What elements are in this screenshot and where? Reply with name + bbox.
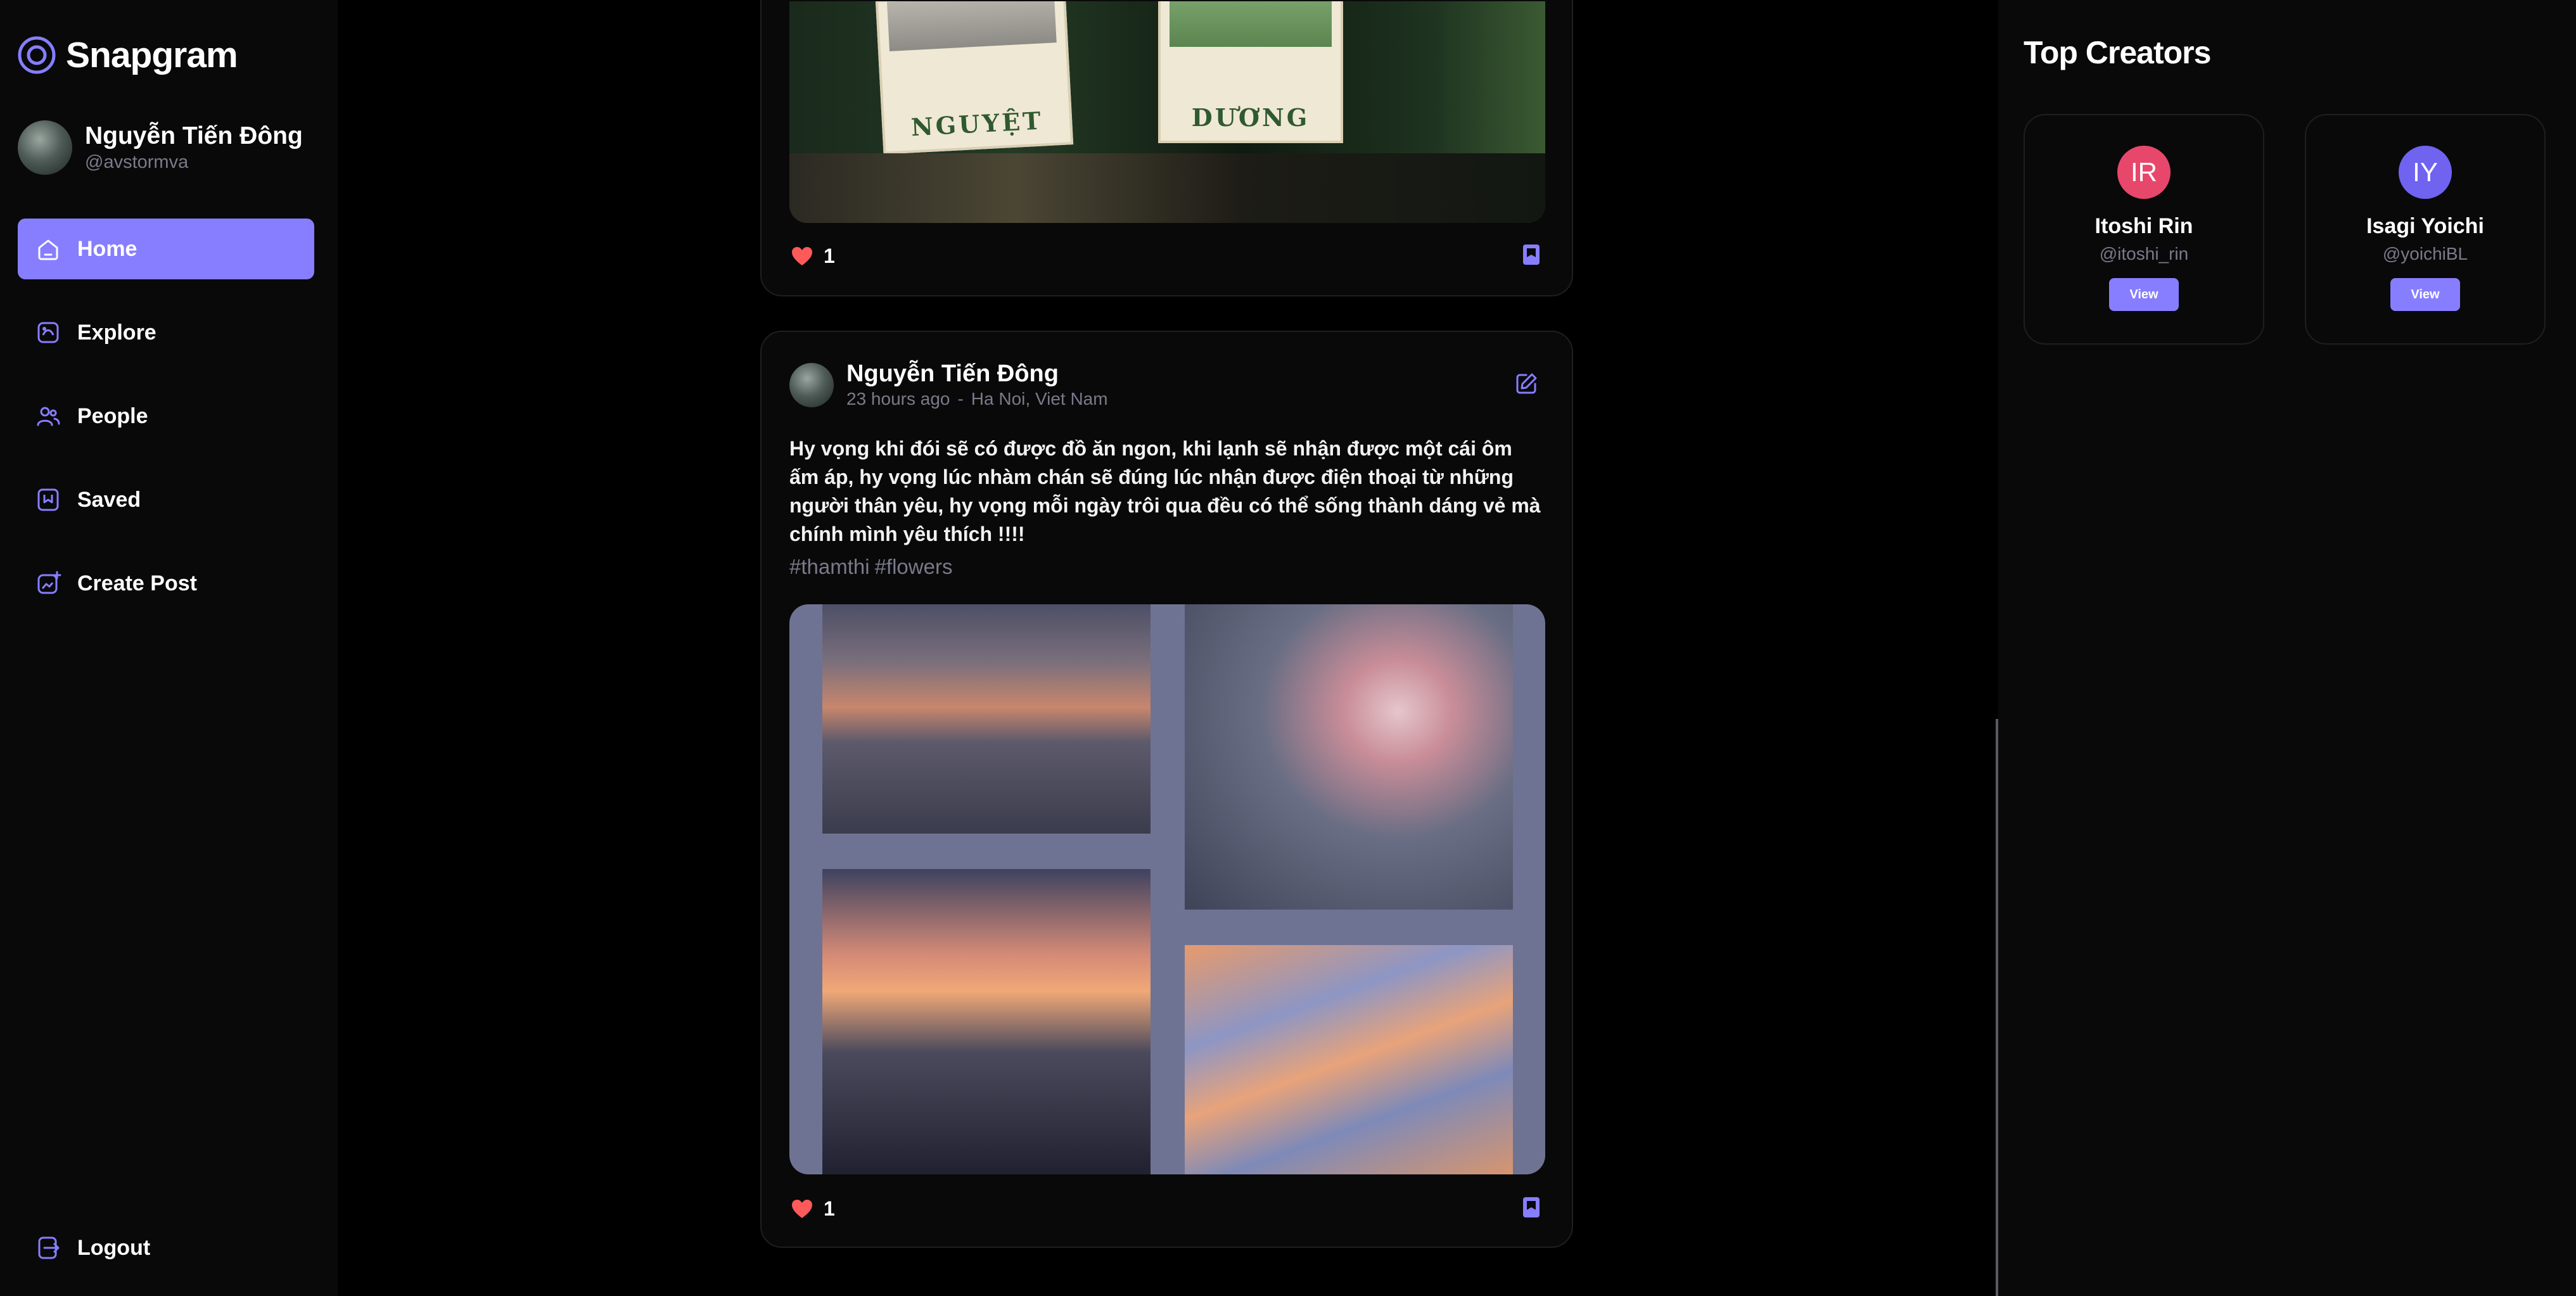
nav-label: Explore bbox=[77, 320, 156, 345]
nav-label: Saved bbox=[77, 487, 141, 512]
top-creators-title: Top Creators bbox=[2024, 35, 2211, 70]
post-author[interactable]: Nguyễn Tiến Đông bbox=[846, 360, 1108, 388]
nav-label: Create Post bbox=[77, 571, 197, 595]
logout-label: Logout bbox=[77, 1235, 151, 1260]
collage-photo-bouquet bbox=[1185, 604, 1513, 910]
heart-icon[interactable] bbox=[789, 244, 815, 269]
edit-icon bbox=[1516, 373, 1537, 393]
separator-dot: - bbox=[957, 389, 964, 409]
edit-post-button[interactable] bbox=[1512, 370, 1540, 401]
logout-button[interactable]: Logout bbox=[18, 1217, 314, 1278]
app-logo[interactable]: Snapgram bbox=[16, 34, 238, 76]
collage-photo-sky bbox=[1185, 945, 1513, 1174]
save-button[interactable] bbox=[1519, 1195, 1544, 1223]
creator-card[interactable]: IR Itoshi Rin @itoshi_rin View bbox=[2024, 114, 2264, 345]
create-post-icon bbox=[37, 571, 61, 594]
explore-icon bbox=[37, 322, 59, 343]
hashtag[interactable]: #thamthi bbox=[789, 555, 870, 578]
poster-caption: NGUYỆT bbox=[910, 106, 1044, 142]
bookmark-icon bbox=[1523, 245, 1540, 265]
like-count: 1 bbox=[824, 1197, 835, 1220]
view-creator-button[interactable]: View bbox=[2390, 278, 2460, 311]
profile-handle: @avstormva bbox=[85, 152, 189, 172]
view-creator-button[interactable]: View bbox=[2109, 278, 2179, 311]
poster-photo bbox=[887, 1, 1057, 51]
post-card: Nguyễn Tiến Đông 23 hours ago - Ha Noi, Vi… bbox=[760, 331, 1573, 1248]
profile-summary[interactable]: Nguyễn Tiến Đông @avstormva bbox=[18, 120, 303, 175]
nav-item-explore[interactable]: Explore bbox=[18, 302, 314, 363]
creator-handle: @yoichiBL bbox=[2382, 244, 2468, 264]
nav-item-create-post[interactable]: Create Post bbox=[18, 553, 314, 614]
creator-name: Itoshi Rin bbox=[2095, 214, 2193, 238]
logo-icon bbox=[18, 36, 56, 74]
poster-caption: DƯƠNG bbox=[1191, 103, 1310, 132]
like-count: 1 bbox=[824, 245, 835, 267]
save-button[interactable] bbox=[1519, 242, 1544, 270]
profile-name: Nguyễn Tiến Đông bbox=[85, 122, 303, 149]
creator-name: Isagi Yoichi bbox=[2366, 214, 2484, 238]
saved-icon bbox=[37, 488, 59, 511]
main-nav: Home Explore People Saved Create Post bbox=[18, 219, 314, 637]
creator-handle: @itoshi_rin bbox=[2099, 244, 2189, 264]
avatar[interactable] bbox=[789, 363, 834, 407]
post-tags: #thamthi #flowers bbox=[789, 555, 957, 579]
post-caption: Hy vọng khi đói sẽ có được đồ ăn ngon, k… bbox=[789, 437, 1541, 545]
app-name: Snapgram bbox=[66, 35, 238, 75]
post-image[interactable] bbox=[789, 604, 1545, 1174]
nav-item-saved[interactable]: Saved bbox=[18, 469, 314, 530]
post-location: Ha Noi, Viet Nam bbox=[971, 389, 1108, 409]
hashtag[interactable]: #flowers bbox=[875, 555, 953, 578]
nav-label: People bbox=[77, 403, 148, 428]
nav-item-people[interactable]: People bbox=[18, 386, 314, 447]
creator-card[interactable]: IY Isagi Yoichi @yoichiBL View bbox=[2305, 114, 2546, 345]
right-panel: Top Creators IR Itoshi Rin @itoshi_rin V… bbox=[1998, 0, 2576, 1296]
poster-photo bbox=[1170, 1, 1332, 47]
left-sidebar: Snapgram Nguyễn Tiến Đông @avstormva Hom… bbox=[0, 0, 338, 1296]
avatar: IY bbox=[2399, 146, 2452, 199]
image-scene-strip bbox=[789, 153, 1545, 223]
collage-photo-sunset-girl bbox=[822, 869, 1151, 1174]
heart-icon[interactable] bbox=[789, 1197, 815, 1222]
avatar[interactable] bbox=[18, 120, 72, 175]
post-actions: 1 bbox=[789, 1195, 1544, 1223]
post-card: NGUYỆT DƯƠNG 1 bbox=[760, 0, 1573, 296]
nav-label: Home bbox=[77, 236, 137, 261]
post-header: Nguyễn Tiến Đông 23 hours ago - Ha Noi, Vi… bbox=[789, 360, 1545, 410]
post-image[interactable]: NGUYỆT DƯƠNG bbox=[789, 1, 1545, 223]
post-time: 23 hours ago bbox=[846, 389, 950, 409]
nav-item-home[interactable]: Home bbox=[18, 219, 314, 279]
collage-photo-beach-roses bbox=[822, 604, 1151, 834]
home-icon bbox=[38, 239, 58, 260]
post-actions: 1 bbox=[789, 242, 1544, 270]
people-icon bbox=[37, 407, 60, 426]
bookmark-icon bbox=[1523, 1197, 1540, 1217]
logout-icon bbox=[38, 1236, 60, 1259]
poster-left: NGUYỆT bbox=[875, 1, 1074, 155]
avatar: IR bbox=[2117, 146, 2171, 199]
poster-right: DƯƠNG bbox=[1158, 1, 1343, 143]
